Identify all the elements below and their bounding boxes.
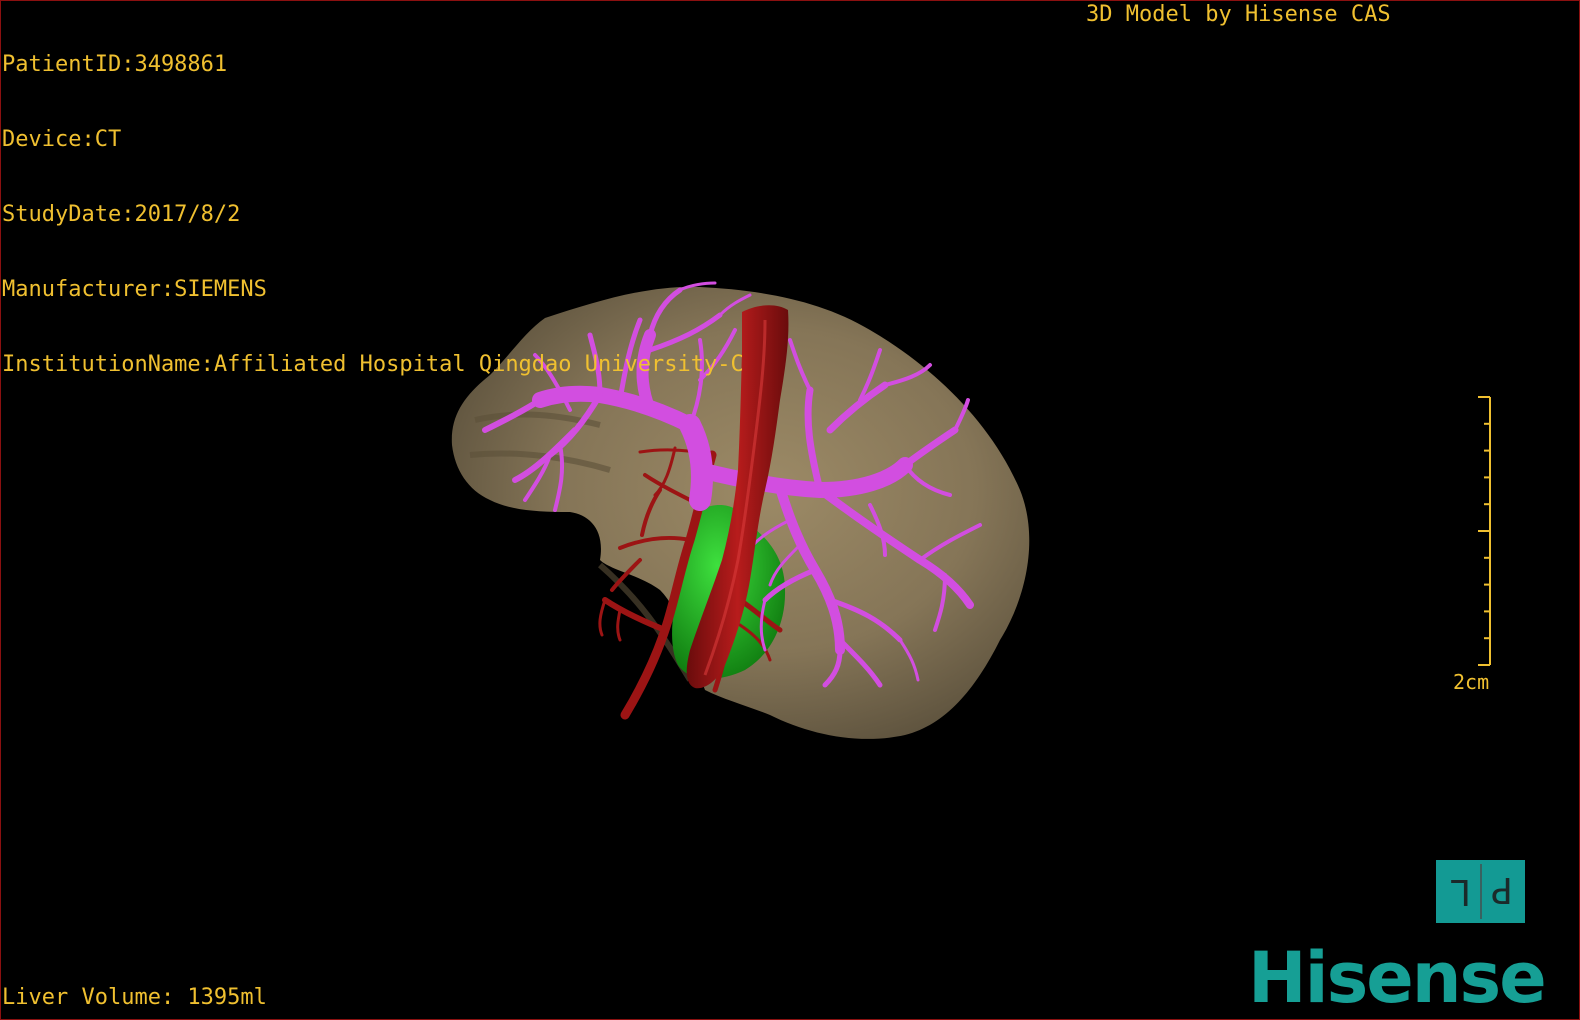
orientation-cube[interactable]: L P [1436, 860, 1525, 923]
patient-info-overlay: PatientID:3498861 Device:CT StudyDate:20… [2, 2, 744, 402]
orientation-divider [1480, 864, 1482, 919]
liver-volume-text: Liver Volume: 1395ml [2, 985, 267, 1010]
scale-bar-label: 2cm [1453, 670, 1490, 694]
device-text: Device:CT [2, 127, 122, 152]
model-credit-text: 3D Model by Hisense CAS [1086, 2, 1391, 27]
patient-id-text: PatientID:3498861 [2, 52, 228, 77]
orientation-right-glyph: P [1491, 869, 1513, 910]
scale-bar [1478, 396, 1491, 666]
institution-text: InstitutionName:Affiliated Hospital Qing… [2, 352, 744, 377]
manufacturer-text: Manufacturer:SIEMENS [2, 277, 267, 302]
hisense-logo: Hisense [1248, 937, 1547, 1019]
study-date-text: StudyDate:2017/8/2 [2, 202, 241, 227]
orientation-left-glyph: L [1450, 871, 1472, 912]
